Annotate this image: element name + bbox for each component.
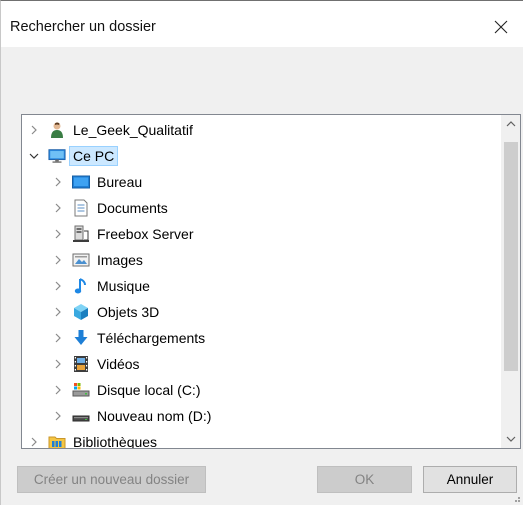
close-icon [494,20,508,34]
chevron-down-icon[interactable] [26,148,42,164]
chevron-right-icon[interactable] [50,304,66,320]
tree-item-telechargements[interactable]: Téléchargements [50,325,501,351]
local-disk-icon [72,381,90,399]
documents-icon [72,199,90,217]
chevron-right-icon[interactable] [50,200,66,216]
tree-item-label: Disque local (C:) [97,382,201,398]
folder-tree[interactable]: Le_Geek_Qualitatif Ce PC Bureau Document… [21,114,521,449]
chevron-up-icon [506,121,516,127]
tree-item-label: Le_Geek_Qualitatif [73,122,193,138]
chevron-right-icon[interactable] [50,226,66,242]
folder-tree-list: Le_Geek_Qualitatif Ce PC Bureau Document… [22,115,501,448]
tree-item-documents[interactable]: Documents [50,195,501,221]
desktop-icon [72,173,90,191]
music-icon [72,277,90,295]
tree-item-label: Téléchargements [97,330,206,346]
tree-item-ce-pc[interactable]: Ce PC [26,143,501,169]
tree-item-nouveau-nom-d[interactable]: Nouveau nom (D:) [50,403,501,429]
scrollbar-thumb[interactable] [504,142,518,371]
chevron-right-icon[interactable] [50,408,66,424]
scroll-down-button[interactable] [502,430,520,448]
chevron-right-icon[interactable] [50,382,66,398]
chevron-right-icon[interactable] [50,252,66,268]
cancel-button[interactable]: Annuler [423,466,517,493]
chevron-right-icon[interactable] [50,330,66,346]
tree-item-label: Vidéos [97,356,140,372]
video-icon [72,355,90,373]
browse-folder-dialog: Rechercher un dossier Le_Geek_Qualitatif… [0,0,523,505]
cube-icon [72,303,90,321]
chevron-right-icon[interactable] [26,122,42,138]
tree-item-label: Objets 3D [97,304,160,320]
network-drive-icon [72,225,90,243]
computer-icon [48,147,66,165]
tree-item-objets-3d[interactable]: Objets 3D [50,299,501,325]
resize-grip-icon[interactable] [511,493,521,503]
tree-item-label: Ce PC [68,146,119,166]
chevron-right-icon[interactable] [50,174,66,190]
title-bar: Rechercher un dossier [1,1,523,47]
tree-item-le-geek-qualitatif[interactable]: Le_Geek_Qualitatif [26,117,501,143]
chevron-down-icon [506,436,516,442]
tree-item-label: Bibliothèques [73,434,158,448]
tree-item-label: Musique [97,278,150,294]
tree-item-disque-local-c[interactable]: Disque local (C:) [50,377,501,403]
new-folder-button[interactable]: Créer un nouveau dossier [17,466,206,493]
libraries-icon [48,433,66,448]
chevron-right-icon[interactable] [26,434,42,448]
tree-item-bureau[interactable]: Bureau [50,169,501,195]
tree-item-label: Nouveau nom (D:) [97,408,212,424]
dialog-title: Rechercher un dossier [10,19,156,35]
chevron-right-icon[interactable] [50,356,66,372]
tree-item-label: Images [97,252,143,268]
tree-item-label: Documents [97,200,168,216]
tree-item-label: Freebox Server [97,226,194,242]
user-folder-icon [48,121,66,139]
tree-item-images[interactable]: Images [50,247,501,273]
close-button[interactable] [479,9,523,45]
scroll-up-button[interactable] [502,115,520,133]
vertical-scrollbar[interactable] [501,115,520,448]
tree-item-videos[interactable]: Vidéos [50,351,501,377]
ok-button[interactable]: OK [317,466,412,493]
tree-item-musique[interactable]: Musique [50,273,501,299]
tree-item-label: Bureau [97,174,143,190]
images-icon [72,251,90,269]
download-icon [72,329,90,347]
tree-item-freebox-server[interactable]: Freebox Server [50,221,501,247]
drive-icon [72,407,90,425]
tree-item-bibliotheques[interactable]: Bibliothèques [26,429,501,448]
chevron-right-icon[interactable] [50,278,66,294]
